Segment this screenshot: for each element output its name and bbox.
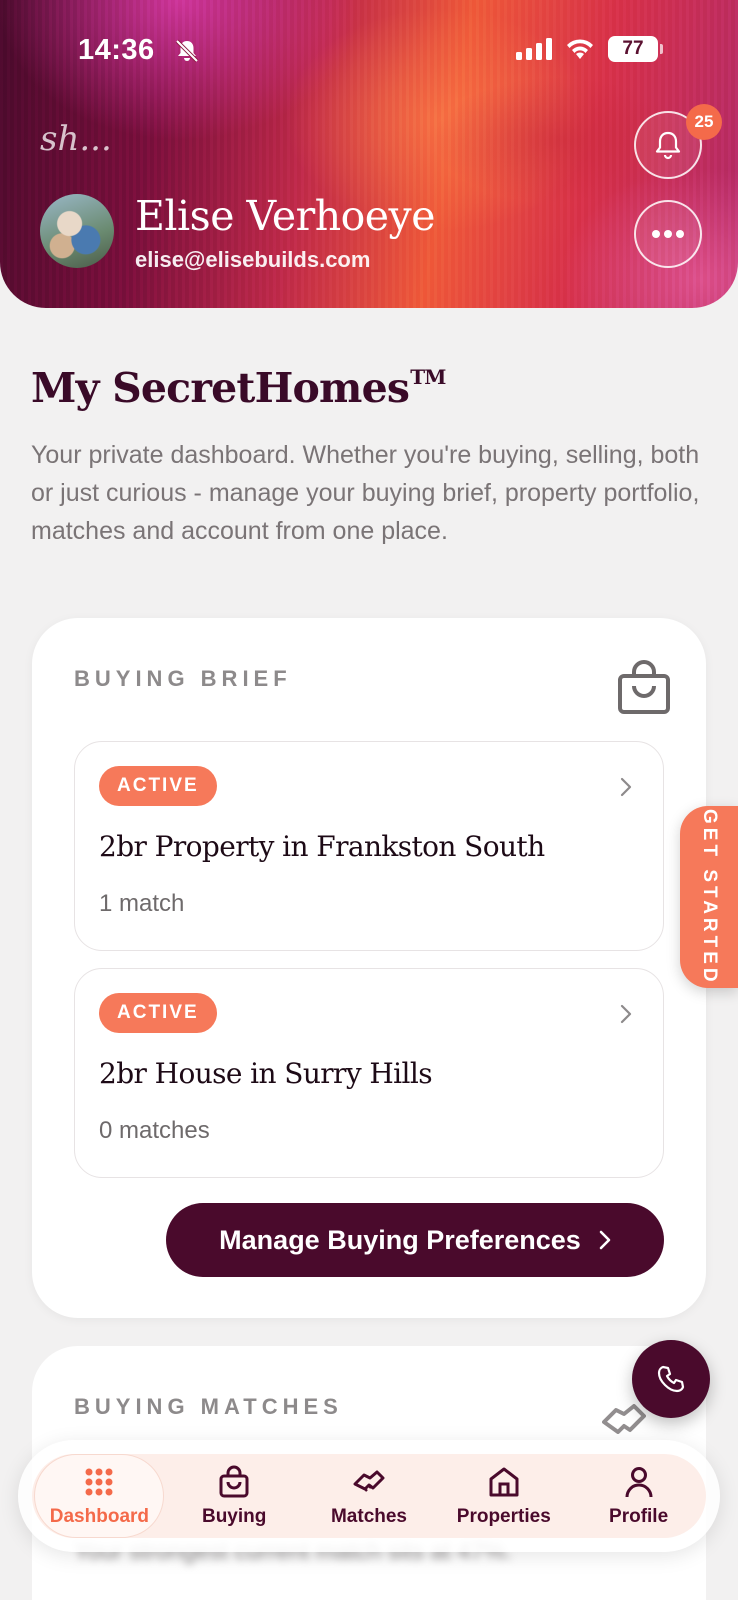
status-badge: ACTIVE [99, 993, 217, 1033]
nav-item-dashboard[interactable]: Dashboard [34, 1454, 165, 1538]
nav-label-buying: Buying [201, 1506, 267, 1527]
chevron-right-icon [599, 1230, 611, 1250]
bell-icon [655, 131, 681, 160]
battery-level: 77 [622, 38, 644, 59]
user-email: elise@elisebuilds.com [135, 247, 371, 272]
get-started-tab[interactable]: GET STARTED [680, 806, 738, 988]
brief-match-count: 0 matches [99, 1117, 210, 1144]
logo-text: sh... [40, 119, 112, 159]
phone-icon [657, 1365, 685, 1393]
manage-button-label: Manage Buying Preferences [219, 1224, 581, 1255]
bottom-navigation: Dashboard Buying Matches Properties Prof… [18, 1440, 720, 1552]
status-badge: ACTIVE [99, 766, 217, 806]
buying-brief-card: BUYING BRIEF ACTIVE 2br Property in Fran… [32, 618, 706, 1318]
brief-title: 2br Property in Frankston South [99, 830, 545, 863]
buying-brief-item[interactable]: ACTIVE 2br Property in Frankston South 1… [74, 741, 664, 951]
nav-item-buying[interactable]: Buying [169, 1454, 299, 1538]
handshake-icon [353, 1470, 385, 1492]
chevron-right-icon [620, 1004, 632, 1024]
brief-title: 2br House in Surry Hills [99, 1057, 433, 1090]
grid-dots-icon [85, 1468, 113, 1496]
nav-item-properties[interactable]: Properties [439, 1454, 569, 1538]
get-started-label: GET STARTED [699, 808, 720, 986]
brief-match-count: 1 match [99, 890, 185, 917]
page-description: Your private dashboard. Whether you're b… [31, 441, 700, 545]
nav-item-profile[interactable]: Profile [574, 1454, 704, 1538]
notification-count-badge: 25 [686, 104, 722, 140]
manage-buying-preferences-button[interactable]: Manage Buying Preferences [166, 1203, 664, 1277]
shopping-bag-icon [618, 660, 670, 714]
brand-logo: sh... [40, 119, 112, 159]
home-icon [489, 1467, 519, 1497]
trademark-mark: TM [410, 365, 446, 389]
page-title-text: My SecretHomes [31, 364, 410, 412]
buying-brief-label: BUYING BRIEF [74, 666, 292, 691]
avatar[interactable] [40, 194, 114, 268]
buying-matches-label: BUYING MATCHES [74, 1394, 343, 1419]
nav-bar: Dashboard Buying Matches Properties Prof… [32, 1454, 706, 1538]
nav-item-matches[interactable]: Matches [304, 1454, 434, 1538]
battery-indicator: 77 [608, 36, 663, 62]
nav-label-properties: Properties [456, 1506, 551, 1527]
bag-icon [219, 1465, 249, 1498]
user-name: Elise Verhoeye [135, 192, 435, 240]
more-dots-icon [652, 230, 684, 238]
status-bar: 14:36 77 [0, 28, 738, 72]
wifi-icon [567, 39, 593, 59]
buying-brief-item[interactable]: ACTIVE 2br House in Surry Hills 0 matche… [74, 968, 664, 1178]
chevron-right-icon [620, 777, 632, 797]
silent-bell-icon [175, 39, 199, 63]
call-button[interactable] [632, 1340, 710, 1418]
cellular-signal-icon [516, 38, 552, 60]
status-time: 14:36 [78, 34, 155, 66]
nav-label-profile: Profile [609, 1506, 669, 1527]
person-icon [625, 1467, 653, 1498]
page-title: My SecretHomesTM [31, 364, 446, 412]
nav-label-dashboard: Dashboard [49, 1506, 150, 1527]
more-options-button[interactable] [634, 200, 702, 268]
nav-label-matches: Matches [330, 1506, 407, 1527]
